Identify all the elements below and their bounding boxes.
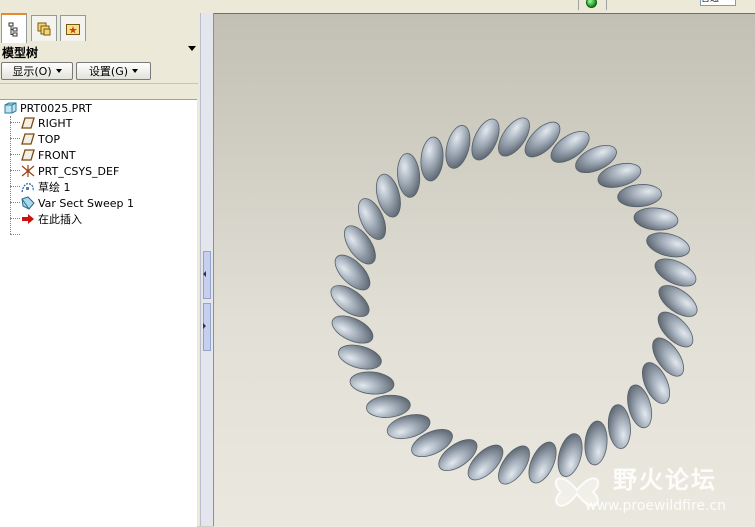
show-button-label: 显示(O): [12, 65, 52, 78]
tree-item-label: 草绘 1: [38, 181, 71, 194]
datum-plane-icon: [21, 133, 35, 145]
chevron-down-icon: [55, 69, 62, 73]
tree-connector: [10, 122, 20, 123]
navigator-tabs: [0, 13, 200, 43]
tree-connector: [10, 234, 20, 235]
tree-item-label: RIGHT: [38, 116, 73, 130]
tree-connector: [10, 116, 11, 234]
ring-twist-lobe: [617, 184, 662, 208]
ring-twist-lobe: [331, 315, 374, 344]
ring-twist-lobe: [633, 207, 679, 231]
ring-twist-lobe: [471, 118, 500, 161]
layers-tab-icon: [37, 22, 51, 35]
ring-twist-lobe: [445, 125, 471, 169]
tree-root-item[interactable]: PRT0025.PRT: [2, 100, 92, 116]
sketch-icon: [21, 183, 34, 193]
tree-item-right[interactable]: RIGHT: [20, 115, 72, 131]
chevron-down-icon: [132, 69, 139, 73]
var-sect-sweep-icon: [21, 196, 35, 210]
ring-twist-lobe: [338, 344, 382, 370]
ring-twist-lobe: [646, 232, 690, 258]
settings-button[interactable]: 设置(G): [76, 62, 151, 80]
toolbar-separator: [578, 0, 579, 10]
watermark-title: 野火论坛: [613, 466, 717, 494]
tree-item-sketch[interactable]: 草绘 1: [20, 179, 71, 195]
expand-right-arrow-icon: [203, 323, 206, 329]
tree-item-label: Var Sect Sweep 1: [38, 196, 135, 210]
tree-item-label: FRONT: [38, 148, 76, 162]
tree-item-label: 在此插入: [38, 213, 82, 226]
tree-item-label: PRT_CSYS_DEF: [38, 164, 120, 178]
ring-twist-lobe: [654, 258, 697, 287]
tree-connector: [10, 202, 20, 203]
navigator-panel: 模型树 显示(O) 设置(G) PRT0025.PRT RIGHT TOP FR…: [0, 13, 200, 527]
ring-twist-lobe: [420, 136, 444, 182]
tab-favorites[interactable]: [60, 15, 86, 41]
ring-twist-lobe: [349, 371, 395, 395]
twisted-ring-model: [330, 117, 698, 485]
tree-item-insert-here[interactable]: 在此插入: [20, 211, 82, 227]
tree-connector: [10, 170, 20, 171]
ring-twist-lobe: [607, 404, 631, 449]
tree-toolbar: 显示(O) 设置(G): [0, 61, 200, 81]
tree-connector: [10, 186, 20, 187]
tree-item-label: TOP: [38, 132, 61, 146]
tree-connector: [10, 218, 20, 219]
favorites-tab-icon: [66, 23, 80, 35]
model-tree[interactable]: PRT0025.PRT RIGHT TOP FRONT PRT_CSYS_DEF…: [0, 99, 197, 527]
datum-plane-icon: [21, 117, 35, 129]
tab-model-tree[interactable]: [1, 13, 27, 43]
watermark-url: www.proewildfire.cn: [585, 498, 727, 514]
datum-plane-icon: [21, 149, 35, 161]
toolbar-separator: [606, 0, 607, 10]
insert-here-arrow-icon: [22, 214, 34, 224]
ring-twist-lobe: [397, 153, 421, 198]
tree-root-label: PRT0025.PRT: [20, 101, 92, 115]
csys-icon: [21, 165, 35, 177]
panel-title: 模型树: [2, 46, 39, 60]
tree-connector: [10, 138, 20, 139]
top-toolbar-strip: 普通: [0, 0, 755, 13]
tree-item-var-sect-sweep[interactable]: Var Sect Sweep 1: [20, 195, 134, 211]
model-tree-tab-icon: [8, 22, 18, 37]
tree-item-top[interactable]: TOP: [20, 131, 60, 147]
panel-menu-chevron-down-icon[interactable]: [188, 46, 196, 51]
status-led-icon: [586, 0, 597, 8]
watermark-logo: 野火论坛 www.proewildfire.cn: [545, 458, 750, 522]
show-button[interactable]: 显示(O): [1, 62, 73, 80]
part-icon: [4, 102, 17, 114]
panel-splitter[interactable]: [200, 13, 214, 526]
settings-button-label: 设置(G): [88, 65, 129, 78]
ring-twist-lobe: [366, 394, 411, 418]
collapse-left-arrow-icon: [203, 271, 206, 277]
top-dropdown[interactable]: 普通: [700, 0, 736, 6]
tree-column-header: [0, 83, 198, 100]
tree-item-csys[interactable]: PRT_CSYS_DEF: [20, 163, 119, 179]
tab-layers[interactable]: [31, 15, 57, 41]
tree-connector: [10, 154, 20, 155]
tree-item-front[interactable]: FRONT: [20, 147, 76, 163]
model-tree-header: 模型树: [0, 43, 200, 60]
graphics-viewport[interactable]: [214, 13, 755, 527]
